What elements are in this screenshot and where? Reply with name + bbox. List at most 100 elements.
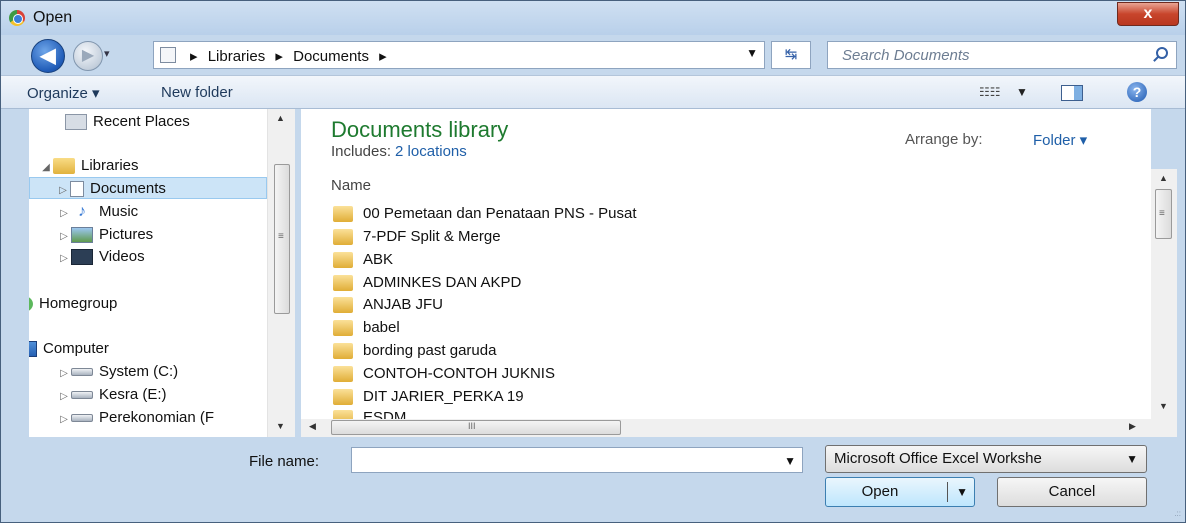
nav-item-kesra-e[interactable]: ▷ Kesra (E:)	[57, 384, 295, 406]
change-view-icon[interactable]: ☷☷	[979, 85, 1001, 99]
list-item[interactable]: ADMINKES DAN AKPD	[333, 272, 521, 294]
open-button-label: Open	[861, 483, 899, 500]
nav-item-recent-places[interactable]: Recent Places	[65, 111, 295, 133]
list-item[interactable]: ABK	[333, 249, 393, 271]
file-type-select[interactable]: Microsoft Office Excel Workshe ▼	[825, 445, 1147, 473]
nav-item-libraries[interactable]: ◢ Libraries	[39, 155, 277, 177]
breadcrumb-separator[interactable]: ▸	[190, 48, 198, 65]
list-item[interactable]: babel	[333, 317, 400, 339]
collapse-arrow-icon[interactable]: ◢	[39, 157, 53, 179]
nav-item-pictures[interactable]: ▷ Pictures	[57, 224, 295, 246]
nav-item-label: Homegroup	[39, 295, 118, 312]
column-header-name[interactable]: Name	[331, 177, 371, 194]
breadcrumb-separator[interactable]: ▸	[275, 48, 283, 65]
breadcrumb-documents[interactable]: Documents	[293, 48, 369, 65]
breadcrumb-libraries[interactable]: Libraries	[208, 48, 266, 65]
new-folder-button[interactable]: New folder	[161, 84, 233, 101]
expand-arrow-icon[interactable]: ▷	[57, 248, 71, 270]
list-item-label: bording past garuda	[363, 342, 497, 359]
navigation-pane: Recent Places ◢ Libraries ▷ Documents ▷ ♪ Mu…	[29, 109, 295, 437]
address-bar[interactable]: ▸ Libraries ▸ Documents ▸ ▼	[153, 41, 765, 69]
file-name-combobox[interactable]: ▼	[351, 447, 803, 473]
open-options-dropdown-icon[interactable]: ▼	[956, 478, 968, 506]
recent-locations-dropdown[interactable]: ▾	[104, 47, 110, 60]
organize-button[interactable]: Organize ▾	[27, 84, 100, 102]
breadcrumb: ▸ Libraries ▸ Documents ▸	[190, 47, 393, 65]
nav-item-label: Videos	[99, 248, 145, 265]
expand-arrow-icon[interactable]: ▷	[57, 226, 71, 248]
list-item-label: DIT JARIER_PERKA 19	[363, 388, 524, 405]
views-dropdown-icon[interactable]: ▼	[1016, 85, 1028, 99]
preview-pane-icon[interactable]	[1061, 85, 1083, 101]
search-icon[interactable]	[1156, 47, 1168, 59]
arrange-by-label: Arrange by:	[905, 131, 983, 148]
arrange-by-dropdown[interactable]: Folder ▾	[1033, 131, 1087, 149]
cancel-button[interactable]: Cancel	[997, 477, 1147, 507]
scroll-up-arrow-icon[interactable]: ▲	[1159, 173, 1168, 183]
list-item[interactable]: 00 Pemetaan dan Penataan PNS - Pusat	[333, 203, 637, 225]
expand-arrow-icon[interactable]: ▷	[57, 409, 71, 431]
expand-arrow-icon[interactable]: ▷	[56, 180, 70, 202]
nav-item-documents[interactable]: ▷ Documents	[29, 177, 267, 199]
file-name-field[interactable]	[352, 448, 772, 472]
help-icon[interactable]: ?	[1127, 82, 1147, 102]
nav-item-system-c[interactable]: ▷ System (C:)	[57, 361, 295, 383]
search-input[interactable]	[828, 42, 1138, 68]
open-button[interactable]: Open ▼	[825, 477, 975, 507]
back-button[interactable]: ◀	[31, 39, 65, 73]
file-list-horizontal-scrollbar[interactable]: ◀ III ▶	[301, 419, 1177, 437]
title-bar[interactable]: Open x	[1, 1, 1185, 35]
scrollbar-thumb[interactable]: ≡	[274, 164, 290, 314]
scroll-left-arrow-icon[interactable]: ◀	[309, 421, 316, 432]
folder-icon	[333, 389, 353, 406]
folder-icon	[333, 297, 353, 314]
resize-grip-icon[interactable]: .::	[1174, 509, 1181, 518]
scrollbar-thumb[interactable]: III	[331, 420, 621, 435]
scroll-up-arrow-icon[interactable]: ▲	[276, 113, 285, 123]
nav-item-homegroup[interactable]: ▷Homegroup	[29, 293, 239, 315]
expand-arrow-icon[interactable]: ▷	[57, 386, 71, 408]
list-item[interactable]: ANJAB JFU	[333, 294, 443, 316]
nav-item-music[interactable]: ▷ ♪ Music	[57, 201, 295, 223]
expand-arrow-icon[interactable]: ▷	[57, 203, 71, 225]
address-dropdown-icon[interactable]: ▼	[746, 46, 758, 60]
scroll-down-arrow-icon[interactable]: ▼	[276, 421, 285, 431]
file-name-dropdown-icon[interactable]: ▼	[784, 454, 796, 468]
list-item[interactable]: ESDM	[333, 407, 406, 419]
library-title: Documents library	[331, 117, 509, 142]
file-type-value: Microsoft Office Excel Workshe	[834, 450, 1042, 467]
music-icon: ♪	[78, 203, 86, 221]
scroll-right-arrow-icon[interactable]: ▶	[1129, 421, 1136, 432]
close-button[interactable]: x	[1117, 2, 1179, 26]
navigation-pane-scrollbar[interactable]: ▲ ≡ ▼	[267, 109, 295, 437]
videos-icon	[71, 249, 93, 266]
nav-item-videos[interactable]: ▷ Videos	[57, 246, 295, 268]
refresh-button[interactable]: ↹	[771, 41, 811, 69]
forward-button[interactable]: ▶	[73, 41, 103, 71]
nav-item-computer[interactable]: ◢Computer	[29, 338, 239, 360]
scrollbar-thumb[interactable]: ≡	[1155, 189, 1172, 239]
list-item-label: ADMINKES DAN AKPD	[363, 274, 522, 291]
nav-item-label: System (C:)	[99, 363, 179, 380]
folder-icon	[333, 275, 353, 292]
includes-label: Includes:	[331, 143, 392, 160]
list-item[interactable]: CONTOH-CONTOH JUKNIS	[333, 363, 555, 385]
expand-arrow-icon[interactable]: ▷	[57, 363, 71, 385]
list-item[interactable]: bording past garuda	[333, 340, 496, 362]
nav-item-label: Recent Places	[93, 113, 190, 130]
file-type-dropdown-icon[interactable]: ▼	[1126, 446, 1138, 472]
list-item[interactable]: DIT JARIER_PERKA 19	[333, 386, 524, 408]
chrome-app-icon	[9, 10, 25, 26]
scroll-down-arrow-icon[interactable]: ▼	[1159, 401, 1168, 411]
libraries-icon	[53, 158, 75, 175]
breadcrumb-separator[interactable]: ▸	[379, 48, 387, 65]
navigation-bar: ◀ ▶ ▾ ▸ Libraries ▸ Documents ▸ ▼ ↹	[1, 35, 1185, 75]
search-box[interactable]	[827, 41, 1177, 69]
nav-item-perekonomian-f[interactable]: ▷ Perekonomian (F	[57, 407, 295, 429]
list-item[interactable]: 7-PDF Split & Merge	[333, 226, 501, 248]
nav-item-label: Music	[99, 203, 139, 220]
file-list-vertical-scrollbar[interactable]: ▲ ≡ ▼	[1151, 169, 1177, 419]
locations-link[interactable]: 2 locations	[395, 143, 467, 160]
drive-icon	[71, 391, 93, 400]
folder-icon	[333, 343, 353, 360]
